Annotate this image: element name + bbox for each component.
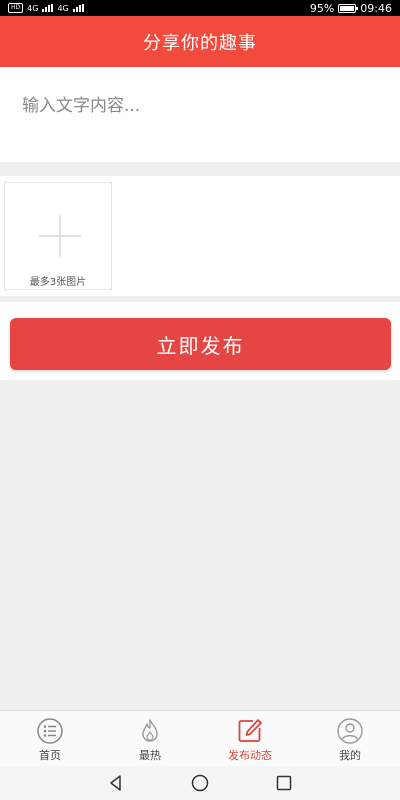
status-bar: HD 4G 4G 95% 09:46 <box>0 0 400 16</box>
status-left: HD 4G 4G <box>8 3 84 13</box>
hd-badge: HD <box>8 3 24 13</box>
tab-publish[interactable]: 发布动态 <box>200 711 300 766</box>
home-circle-icon[interactable] <box>191 774 209 792</box>
tab-hot[interactable]: 最热 <box>100 711 200 766</box>
tab-mine-label: 我的 <box>339 749 361 762</box>
page-title: 分享你的趣事 <box>143 32 257 54</box>
edit-icon <box>238 719 262 742</box>
tab-mine[interactable]: 我的 <box>300 711 400 766</box>
home-list-icon <box>37 718 63 744</box>
add-image-button[interactable]: 最多3张图片 <box>4 182 112 290</box>
status-right: 95% 09:46 <box>310 2 392 15</box>
tab-home-label: 首页 <box>39 749 61 762</box>
network-type-1: 4G <box>27 3 39 13</box>
post-text-input[interactable] <box>22 91 378 138</box>
flame-icon <box>142 719 158 742</box>
tab-publish-label: 发布动态 <box>228 749 272 762</box>
signal-icon-2 <box>72 4 84 12</box>
publish-section: 立即发布 <box>0 302 400 380</box>
app-header: 分享你的趣事 <box>0 16 400 67</box>
battery-icon <box>338 3 359 13</box>
back-icon[interactable] <box>107 774 125 792</box>
post-text-container <box>0 67 400 162</box>
plus-icon <box>39 215 81 257</box>
system-nav-bar <box>0 766 400 800</box>
image-picker-section: 最多3张图片 <box>0 176 400 296</box>
battery-percent: 95% <box>309 1 335 15</box>
clock: 09:46 <box>360 1 392 15</box>
signal-icon <box>42 4 54 12</box>
recents-square-icon[interactable] <box>275 774 293 792</box>
image-limit-hint: 最多3张图片 <box>29 277 87 288</box>
user-icon <box>337 718 363 744</box>
publish-button[interactable]: 立即发布 <box>10 318 391 370</box>
bottom-tab-bar: 首页 最热 发布动态 我的 <box>0 710 400 766</box>
tab-home[interactable]: 首页 <box>0 711 100 766</box>
network-type-2: 4G <box>57 3 69 13</box>
tab-hot-label: 最热 <box>139 749 161 762</box>
